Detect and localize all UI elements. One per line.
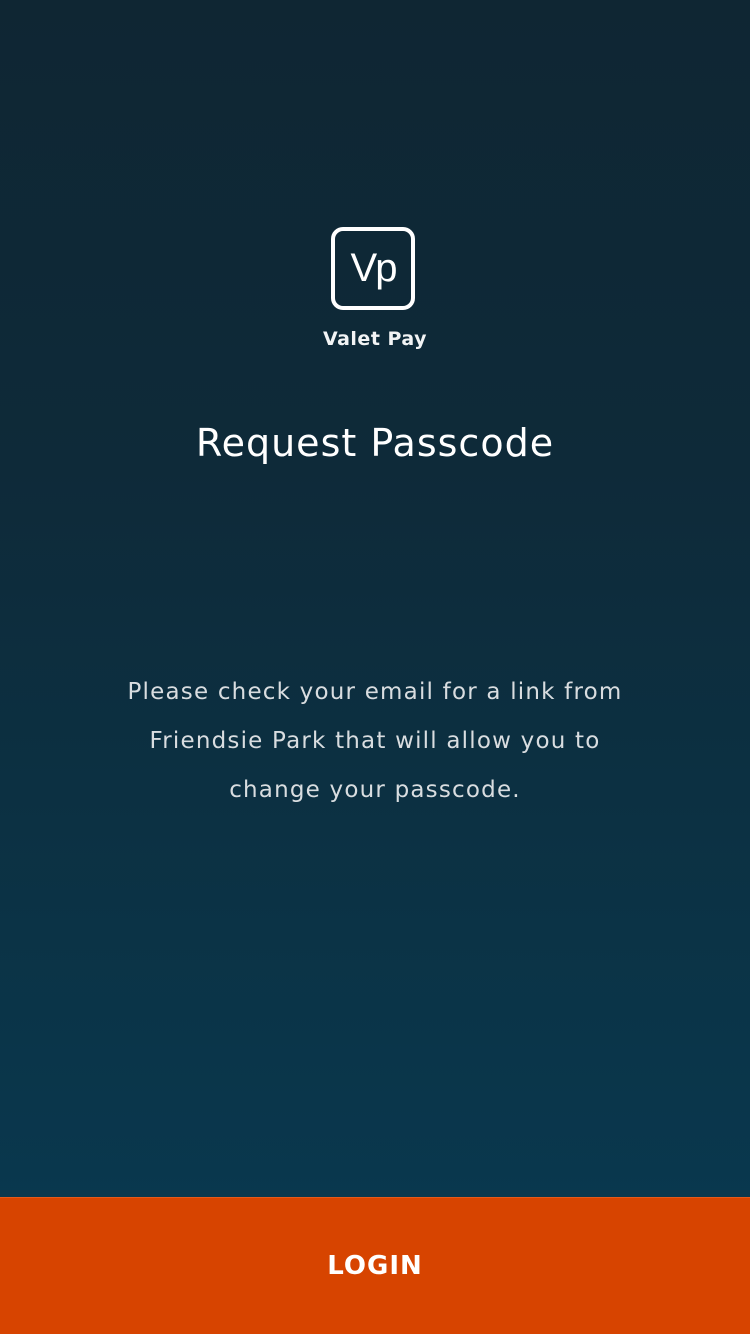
login-button[interactable]: LOGIN (0, 1197, 750, 1334)
app-logo: Vp (331, 227, 415, 310)
login-button-label: LOGIN (327, 1251, 423, 1281)
info-message-line: Please check your email for a link from (127, 679, 623, 705)
info-message: Please check your email for a link from … (95, 668, 655, 815)
info-message-line: change your passcode. (229, 777, 521, 803)
info-message-line: Friendsie Park that will allow you to (149, 728, 601, 754)
app-logo-text: Vp (350, 245, 398, 290)
page-title: Request Passcode (195, 421, 555, 465)
app-name: Valet Pay (322, 328, 428, 350)
request-passcode-screen: Vp Valet Pay Request Passcode Please che… (0, 0, 750, 1334)
